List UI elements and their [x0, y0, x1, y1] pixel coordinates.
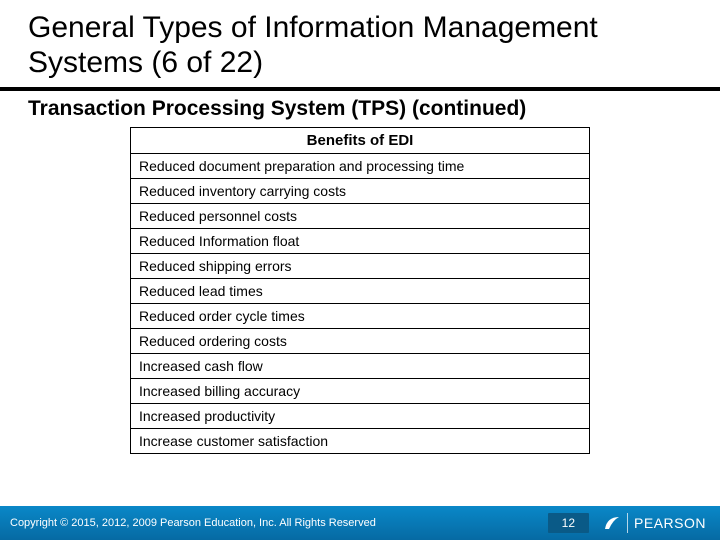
table-row: Reduced ordering costs	[131, 328, 590, 353]
slide-subtitle: Transaction Processing System (TPS) (con…	[0, 91, 720, 127]
table-row: Reduced order cycle times	[131, 303, 590, 328]
table-row: Increased billing accuracy	[131, 378, 590, 403]
table-row: Reduced lead times	[131, 278, 590, 303]
table-row: Increased productivity	[131, 403, 590, 428]
table-row: Reduced Information float	[131, 228, 590, 253]
benefits-table: Benefits of EDI Reduced document prepara…	[130, 127, 590, 454]
copyright-text: Copyright © 2015, 2012, 2009 Pearson Edu…	[0, 517, 548, 529]
brand-divider	[627, 513, 628, 533]
footer-bar: Copyright © 2015, 2012, 2009 Pearson Edu…	[0, 506, 720, 540]
slide-title: General Types of Information Management …	[28, 10, 692, 81]
table-row: Increased cash flow	[131, 353, 590, 378]
brand-logo: PEARSON	[603, 513, 720, 533]
table-row: Reduced document preparation and process…	[131, 153, 590, 178]
table-row: Reduced shipping errors	[131, 253, 590, 278]
pearson-swoosh-icon	[603, 514, 621, 532]
brand-name: PEARSON	[634, 515, 706, 531]
table-row: Reduced personnel costs	[131, 203, 590, 228]
table-header: Benefits of EDI	[131, 127, 590, 153]
table-row: Reduced inventory carrying costs	[131, 178, 590, 203]
table-row: Increase customer satisfaction	[131, 428, 590, 453]
page-number-badge: 12	[548, 513, 589, 533]
